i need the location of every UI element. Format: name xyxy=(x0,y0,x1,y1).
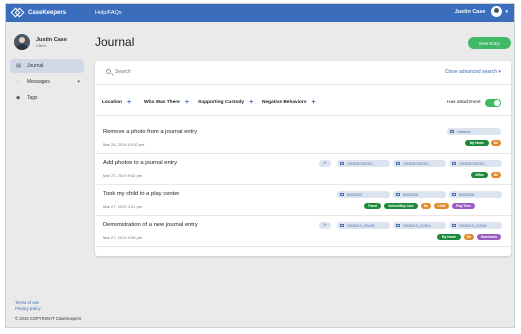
image-icon xyxy=(452,162,456,165)
image-icon xyxy=(340,162,344,165)
attachment-chip[interactable]: 20190327093327... xyxy=(449,160,502,167)
attachment-chip[interactable]: 20190327093327... xyxy=(337,160,390,167)
search-icon xyxy=(106,69,111,74)
privacy-policy-link[interactable]: Privacy policy xyxy=(15,306,81,312)
image-icon xyxy=(340,224,344,227)
tag-badge[interactable]: Child xyxy=(434,203,449,209)
sidebar: Justin Case Client ▤ Journal ◌ Messages … xyxy=(6,22,86,327)
plus-icon[interactable]: + xyxy=(312,99,316,106)
app-name: CaseKeepers xyxy=(28,10,67,16)
help-faqs-link[interactable]: Help/FAQs xyxy=(95,10,122,16)
tag-badge[interactable]: Me xyxy=(464,234,474,240)
entry-title[interactable]: Add photos to a journal entry xyxy=(103,160,177,166)
more-attachments-badge[interactable]: 3+ xyxy=(319,222,331,229)
sidebar-item-journal[interactable]: ▤ Journal xyxy=(10,59,84,73)
has-attachment-toggle[interactable] xyxy=(485,99,501,107)
image-icon xyxy=(396,162,400,165)
tag-badge[interactable]: Office xyxy=(471,172,488,178)
user-avatar xyxy=(491,6,503,17)
entry-date: Mar 27, 2019 3:08 pm xyxy=(103,235,143,240)
filter-label: Negative Behaviors xyxy=(262,100,307,105)
filter-supporting-custody[interactable]: Supporting Custody + xyxy=(198,99,253,106)
new-entry-button[interactable]: New Entry xyxy=(468,37,511,49)
attachment-chip[interactable]: 20190327093327... xyxy=(393,160,446,167)
sidebar-item-label: Journal xyxy=(27,63,44,69)
tag-badge[interactable]: Me xyxy=(491,172,501,178)
chat-icon: ◌ xyxy=(16,79,20,85)
entry-title[interactable]: Remove a photo from a journal entry xyxy=(103,129,197,135)
image-icon xyxy=(452,193,456,196)
sidebar-footer: Terms of use Privacy policy © 2019 COPYR… xyxy=(15,300,81,321)
journal-entry[interactable]: Remove a photo from a journal entry Mar … xyxy=(95,123,511,154)
tag-badge[interactable]: School/Day Care xyxy=(384,203,418,209)
entry-title[interactable]: Took my child to a play center xyxy=(103,191,179,197)
attachment-chip[interactable]: 20190219_102849 xyxy=(449,222,502,229)
tag-badge[interactable]: Play Time xyxy=(452,203,475,209)
entry-title[interactable]: Demonstration of a new journal entry xyxy=(103,222,198,228)
profile-role: Client xyxy=(36,43,46,48)
tag-badge[interactable]: Homework xyxy=(477,234,501,240)
image-icon xyxy=(396,193,400,196)
sidebar-item-tags[interactable]: ◆ Tags xyxy=(10,91,84,105)
user-menu-name: Justin Case xyxy=(454,8,486,15)
tag-badge[interactable]: Travel xyxy=(364,203,381,209)
plus-icon[interactable]: + xyxy=(249,99,253,106)
casekeepers-logo-icon xyxy=(10,7,25,19)
search-bar: Close advanced search ▾ xyxy=(95,61,511,85)
attachment-chip[interactable]: 20190219_105435 xyxy=(337,222,390,229)
entry-date: Mar 27, 2019 3:31 pm xyxy=(103,204,143,209)
plus-icon[interactable]: + xyxy=(127,99,131,106)
filter-who-was-there[interactable]: Who Was There + xyxy=(144,99,189,106)
tag-badge[interactable]: My Home xyxy=(465,140,489,146)
journal-entry[interactable]: Demonstration of a new journal entry Mar… xyxy=(95,216,511,247)
copyright-text: © 2019 COPYRIGHT CaseKeepers xyxy=(15,316,82,321)
profile-name: Justin Case xyxy=(36,36,67,43)
page-title: Journal xyxy=(95,35,135,49)
journal-entry[interactable]: Add photos to a journal entry Mar 27, 20… xyxy=(95,154,511,185)
tag-badge[interactable]: Me xyxy=(491,140,501,146)
entry-date: Mar 27, 2019 9:52 pm xyxy=(103,173,143,178)
image-icon xyxy=(450,130,454,133)
advanced-filters: Location + Who Was There + Supporting Cu… xyxy=(95,85,511,116)
filter-negative-behaviors[interactable]: Negative Behaviors + xyxy=(262,99,316,106)
profile-avatar xyxy=(14,34,30,50)
sidebar-item-label: Messages xyxy=(27,79,50,85)
filter-label: Supporting Custody xyxy=(198,100,245,105)
sidebar-profile: Justin Case Client xyxy=(14,34,67,50)
image-icon xyxy=(340,193,344,196)
close-advanced-search-link[interactable]: Close advanced search ▾ xyxy=(445,69,501,75)
tag-badge[interactable]: Me xyxy=(421,203,431,209)
search-input[interactable] xyxy=(115,67,315,77)
image-icon xyxy=(452,224,456,227)
app-logo[interactable]: CaseKeepers xyxy=(10,7,67,19)
image-icon xyxy=(396,224,400,227)
tag-icon: ◆ xyxy=(16,95,21,101)
app-window: CaseKeepers Help/FAQs Justin Case ▾ Just… xyxy=(5,3,515,328)
attachment-chip[interactable]: IMG00007 xyxy=(337,191,390,198)
tag-badge[interactable]: My Home xyxy=(437,234,461,240)
entry-date: Mar 28, 2019 10:00 pm xyxy=(103,142,145,147)
more-attachments-badge[interactable]: 3+ xyxy=(319,160,331,167)
filter-label: Who Was There xyxy=(144,100,180,105)
filter-location[interactable]: Location + xyxy=(102,99,131,106)
filter-label: Location xyxy=(102,100,122,105)
attachment-chip[interactable]: IMG00005 xyxy=(393,191,446,198)
journal-entry[interactable]: Took my child to a play center Mar 27, 2… xyxy=(95,185,511,216)
has-attachment-label: Has attachment xyxy=(447,100,481,105)
attachment-chip[interactable]: IMG00006 xyxy=(449,191,502,198)
chevron-down-icon: ▾ xyxy=(77,79,80,85)
user-menu[interactable]: Justin Case ▾ xyxy=(455,6,508,17)
plus-icon[interactable]: + xyxy=(185,99,189,106)
journal-panel: Close advanced search ▾ Location + Who W… xyxy=(95,61,511,256)
chevron-down-icon: ▾ xyxy=(505,8,508,15)
attachment-chip[interactable]: 20190219_102819 xyxy=(393,222,446,229)
sidebar-item-label: Tags xyxy=(27,95,38,101)
book-icon: ▤ xyxy=(16,63,22,69)
attachment-chip[interactable]: Fakeface xyxy=(447,128,501,135)
sidebar-item-messages[interactable]: ◌ Messages ▾ xyxy=(10,75,84,89)
top-navigation-bar: CaseKeepers Help/FAQs Justin Case ▾ xyxy=(6,4,514,22)
